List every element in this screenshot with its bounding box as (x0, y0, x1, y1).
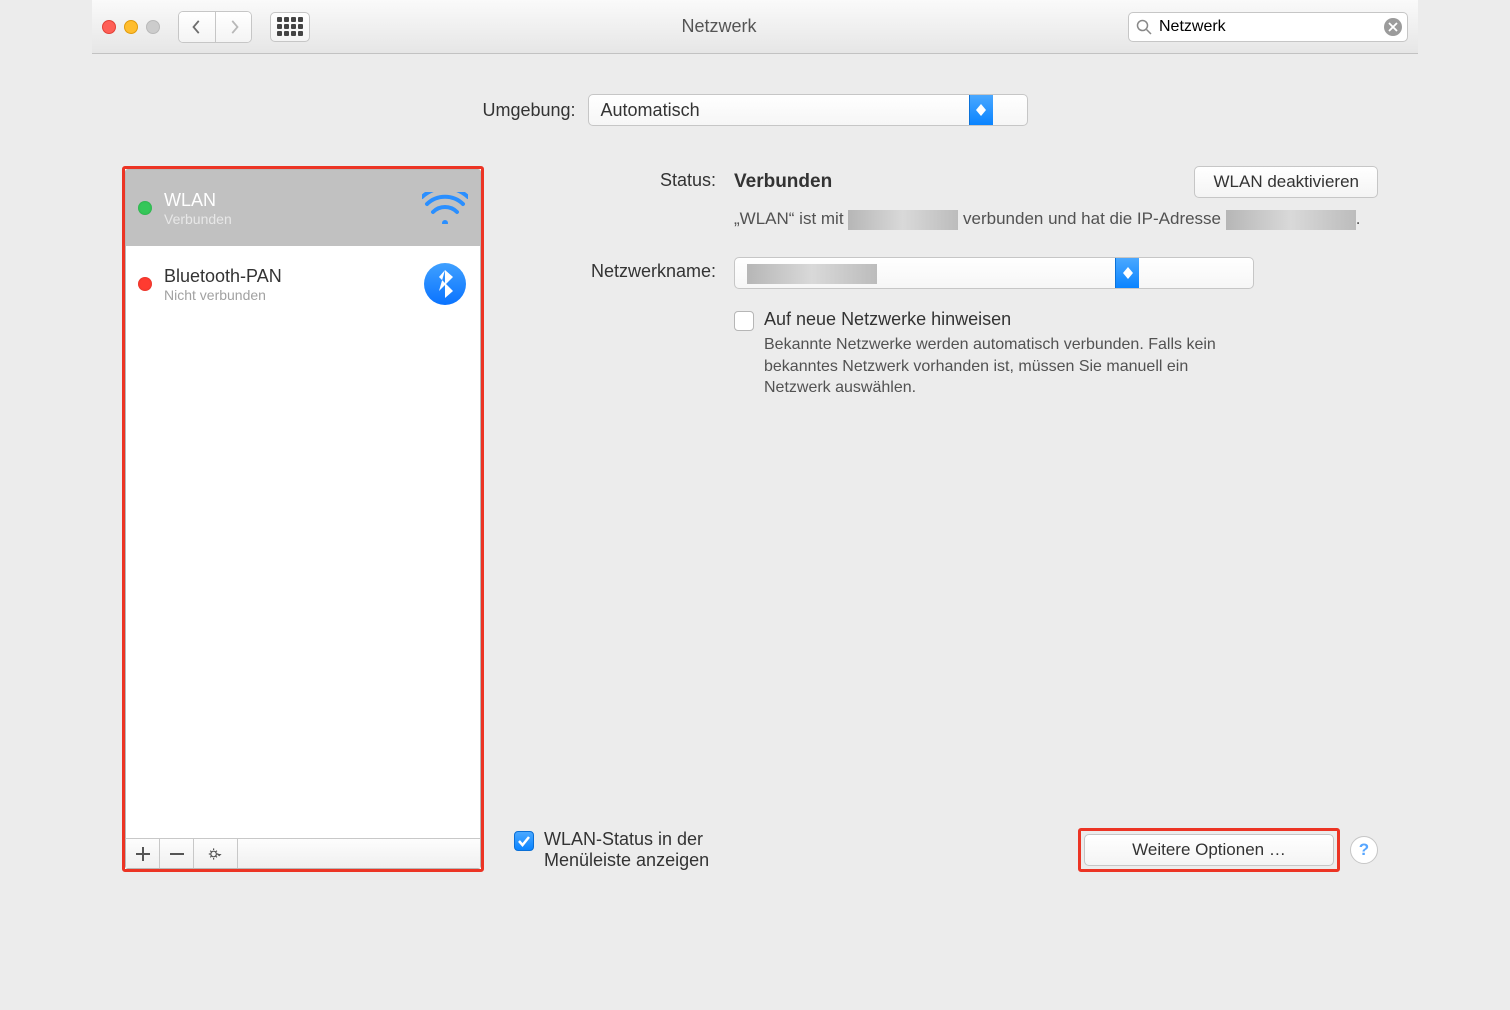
bluetooth-icon (422, 261, 468, 307)
status-description: „WLAN“ ist mit verbunden und hat die IP-… (734, 208, 1378, 231)
close-window-button[interactable] (102, 20, 116, 34)
clear-search-button[interactable] (1384, 18, 1402, 36)
sidebar-item-bluetooth-pan[interactable]: Bluetooth-PAN Nicht verbunden (126, 246, 480, 322)
toggle-wlan-button[interactable]: WLAN deaktivieren (1194, 166, 1378, 198)
location-popup[interactable]: Automatisch (588, 94, 1028, 126)
stepper-icon (969, 95, 993, 125)
show-in-menubar-checkbox[interactable] (514, 831, 534, 851)
forward-button[interactable] (215, 12, 251, 42)
status-label: Status: (514, 166, 734, 191)
zoom-window-button[interactable] (146, 20, 160, 34)
nav-segmented-control (178, 11, 252, 43)
plus-icon (135, 846, 151, 862)
network-name-label: Netzwerkname: (514, 257, 734, 282)
sidebar-item-sub: Verbunden (164, 211, 410, 227)
more-options-button[interactable]: Weitere Optionen … (1084, 834, 1334, 866)
search-field-wrap (1128, 12, 1408, 42)
interface-sidebar: WLAN Verbunden (125, 169, 481, 869)
ask-new-networks-row: Auf neue Netzwerke hinweisen Bekannte Ne… (734, 309, 1378, 399)
desc-prefix: „WLAN“ ist mit (734, 209, 848, 228)
redacted-network-name (747, 264, 877, 284)
chevron-right-icon (227, 20, 241, 34)
sidebar-footer (126, 838, 480, 868)
remove-interface-button[interactable] (160, 839, 194, 868)
minimize-window-button[interactable] (124, 20, 138, 34)
detail-pane: Status: Verbunden WLAN deaktivieren „WLA… (514, 166, 1388, 872)
add-interface-button[interactable] (126, 839, 160, 868)
window-title: Netzwerk (318, 16, 1120, 37)
close-icon (1388, 22, 1398, 32)
sidebar-item-text: WLAN Verbunden (164, 190, 410, 227)
checkmark-icon (517, 834, 531, 848)
status-dot-green (138, 201, 152, 215)
status-row: Status: Verbunden WLAN deaktivieren „WLA… (514, 166, 1378, 231)
grid-icon (277, 17, 303, 36)
desc-suffix: . (1356, 209, 1361, 228)
show-in-menubar-row: WLAN-Status in der Menüleiste anzeigen (514, 829, 774, 871)
network-name-value (735, 262, 1115, 283)
sidebar-item-wlan[interactable]: WLAN Verbunden (126, 170, 480, 246)
network-name-row: Netzwerkname: (514, 257, 1378, 399)
redacted-ssid (848, 210, 958, 230)
status-value: Verbunden (734, 171, 832, 193)
titlebar: Netzwerk (92, 0, 1418, 54)
sidebar-item-text: Bluetooth-PAN Nicht verbunden (164, 266, 410, 303)
sidebar-item-name: WLAN (164, 190, 410, 211)
stepper-icon (1115, 258, 1139, 288)
chevron-left-icon (190, 20, 204, 34)
show-all-button[interactable] (270, 12, 310, 42)
action-menu-button[interactable] (194, 839, 238, 868)
ask-new-networks-label: Auf neue Netzwerke hinweisen (764, 309, 1224, 330)
status-dot-red (138, 277, 152, 291)
show-in-menubar-label: WLAN-Status in der Menüleiste anzeigen (544, 829, 774, 871)
location-popup-value: Automatisch (589, 100, 969, 121)
traffic-lights (102, 20, 160, 34)
search-input[interactable] (1128, 12, 1408, 42)
minus-icon (169, 846, 185, 862)
back-button[interactable] (179, 12, 215, 42)
desc-mid: verbunden und hat die IP-Adresse (958, 209, 1225, 228)
sidebar-highlight-box: WLAN Verbunden (122, 166, 484, 872)
ask-new-networks-hint: Bekannte Netzwerke werden automatisch ve… (764, 334, 1224, 399)
ask-new-networks-checkbox[interactable] (734, 311, 754, 331)
network-name-popup[interactable] (734, 257, 1254, 289)
search-icon (1136, 19, 1152, 35)
sidebar-item-name: Bluetooth-PAN (164, 266, 410, 287)
bottom-row: WLAN-Status in der Menüleiste anzeigen W… (514, 828, 1378, 872)
location-row: Umgebung: Automatisch (122, 94, 1388, 126)
sheet: Umgebung: Automatisch WLAN (92, 54, 1418, 902)
sidebar-item-sub: Nicht verbunden (164, 287, 410, 303)
interface-list[interactable]: WLAN Verbunden (126, 170, 480, 838)
gear-icon (208, 846, 224, 862)
wifi-icon (422, 185, 468, 231)
location-label: Umgebung: (482, 100, 575, 121)
more-options-highlight-box: Weitere Optionen … (1078, 828, 1340, 872)
help-button[interactable]: ? (1350, 836, 1378, 864)
redacted-ip (1226, 210, 1356, 230)
